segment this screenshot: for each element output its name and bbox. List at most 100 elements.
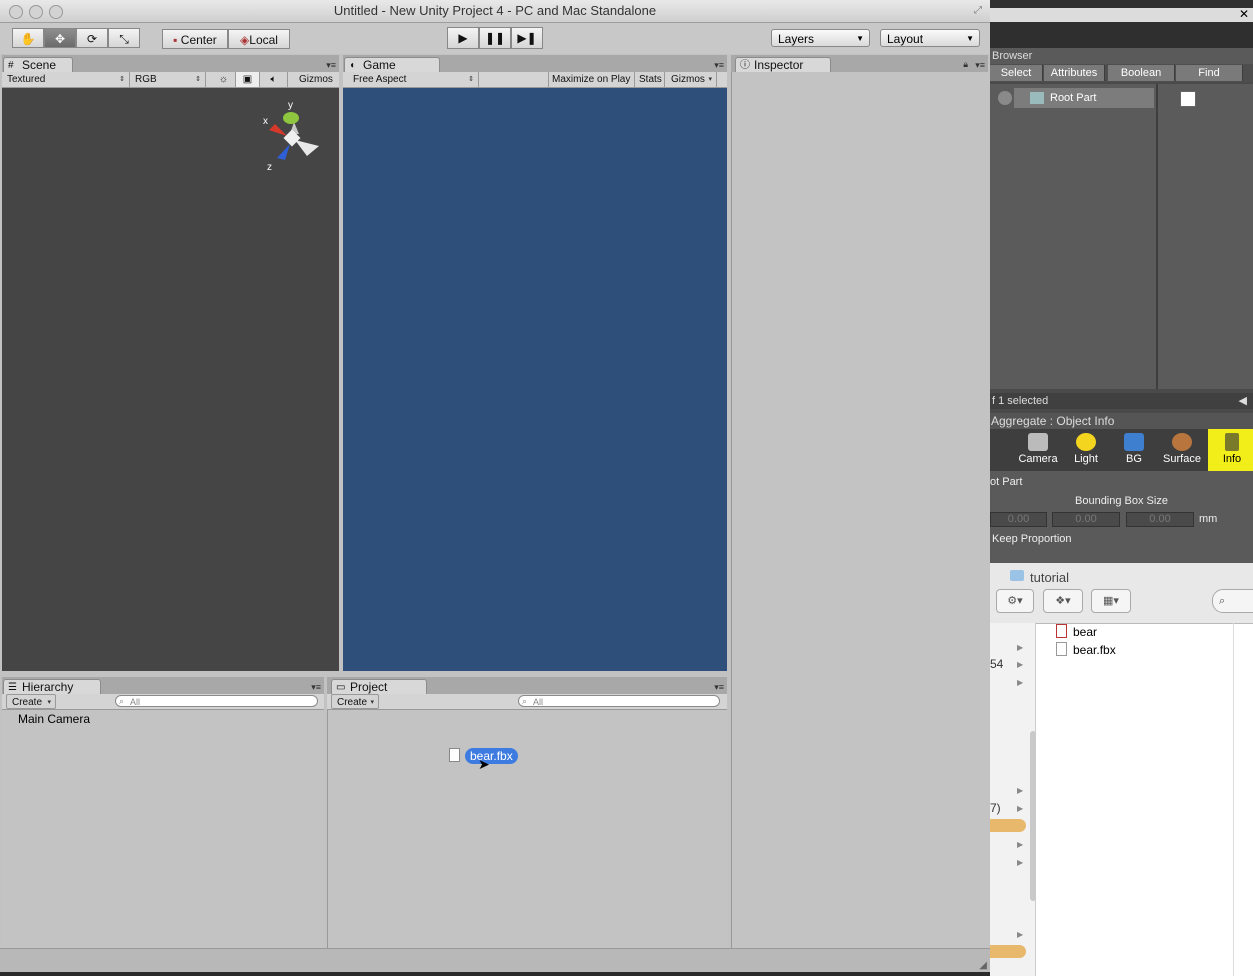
scale-tool-icon[interactable]: ⤡ — [108, 28, 140, 48]
column-divider — [1233, 623, 1234, 976]
hierarchy-search-input[interactable]: ⌕ All — [115, 695, 318, 707]
gizmo-y-cone[interactable] — [283, 112, 299, 124]
camera-icon — [1028, 433, 1048, 451]
gizmo-neg-x-cone[interactable] — [295, 140, 319, 156]
hand-tool-icon[interactable]: ✋ — [12, 28, 44, 48]
swatch-icon[interactable] — [1180, 91, 1196, 107]
grid-icon: # — [8, 60, 14, 71]
game-gizmos-dropdown[interactable]: Gizmos ▾ — [665, 72, 717, 87]
browser-divider[interactable] — [1156, 84, 1158, 389]
panel-menu-icon[interactable]: ▾≡ — [714, 60, 724, 71]
stats-toggle[interactable]: Stats — [635, 72, 665, 87]
project-create-button[interactable]: Create ▾ — [331, 694, 379, 709]
render-mode-dropdown[interactable]: Textured ⇕ — [2, 72, 130, 87]
disclosure-icon[interactable]: ▶ — [1017, 678, 1023, 687]
search-icon[interactable]: ⌕ — [1212, 589, 1253, 613]
lock-icon[interactable]: 🔒︎ — [963, 59, 968, 70]
close-icon[interactable]: ✕ — [1239, 7, 1249, 21]
collapse-icon[interactable]: ◀ — [1239, 393, 1247, 409]
tab-project[interactable]: ▭ Project — [331, 679, 427, 694]
root-part-text: ot Part — [990, 476, 1023, 488]
tab-attributes[interactable]: Attributes — [1044, 65, 1105, 81]
updown-icon: ⇕ — [468, 76, 474, 83]
hierarchy-item[interactable]: Main Camera — [18, 712, 90, 726]
project-search-input[interactable]: ⌕ All — [518, 695, 720, 707]
move-tool-icon[interactable]: ✥ — [44, 28, 76, 48]
highlighted-item[interactable] — [990, 945, 1026, 958]
scene-controls: Textured ⇕ RGB ⇕ ☼ ▣ 🔈︎ Gizmos — [2, 72, 339, 88]
camera-label: Camera — [1018, 453, 1058, 465]
tab-scene[interactable]: # Scene — [3, 57, 73, 72]
color-mode-dropdown[interactable]: RGB ⇕ — [130, 72, 206, 87]
pivot-local-button[interactable]: ◈Local — [228, 29, 290, 49]
panel-menu-icon[interactable]: ▾≡ — [975, 60, 985, 71]
disclosure-icon[interactable]: ▶ — [1017, 804, 1023, 813]
game-view[interactable] — [343, 88, 727, 671]
layers-dropdown[interactable]: Layers ▼ — [771, 29, 870, 47]
bg-tool[interactable]: BG — [1110, 429, 1158, 471]
info-tool[interactable]: Info — [1208, 429, 1253, 471]
rotate-tool-icon[interactable]: ⟳ — [76, 28, 108, 48]
pause-button[interactable]: ❚❚ — [479, 27, 511, 49]
camera-tool[interactable]: Camera — [1014, 429, 1062, 471]
aspect-dropdown[interactable]: Free Aspect ⇕ — [343, 72, 479, 87]
light-tool[interactable]: Light — [1062, 429, 1110, 471]
disclosure-icon[interactable]: ▶ — [1017, 786, 1023, 795]
tab-game[interactable]: ◖ Game — [344, 57, 440, 72]
tab-boolean[interactable]: Boolean — [1108, 65, 1175, 81]
minimize-icon[interactable] — [29, 5, 43, 19]
scene-gizmo-icon[interactable]: y x z — [257, 100, 337, 180]
gizmo-x-cone[interactable] — [269, 124, 287, 136]
panel-menu-icon[interactable]: ▾≡ — [714, 682, 724, 693]
tab-find[interactable]: Find — [1176, 65, 1243, 81]
file-bear[interactable]: bear — [1056, 624, 1097, 639]
tab-hierarchy[interactable]: ☰ Hierarchy — [3, 679, 101, 694]
close-window-icon[interactable] — [9, 5, 23, 19]
disclosure-icon[interactable]: ▶ — [1017, 643, 1023, 652]
asset-bear-fbx[interactable]: bear.fbx — [465, 748, 518, 764]
bbox-z-field[interactable]: 0.00 — [1126, 512, 1194, 527]
dropbox-icon[interactable]: ❖▾ — [1043, 589, 1083, 613]
disclosure-icon[interactable]: ▶ — [1017, 660, 1023, 669]
step-button[interactable]: ▶❚ — [511, 27, 543, 49]
disclosure-icon[interactable]: ▶ — [1017, 930, 1023, 939]
game-gizmos-label: Gizmos — [671, 74, 705, 85]
layout-dropdown[interactable]: Layout ▼ — [880, 29, 980, 47]
play-button[interactable]: ▶ — [447, 27, 479, 49]
sun-icon[interactable]: ☼ — [212, 72, 236, 87]
surface-tool[interactable]: Surface — [1158, 429, 1206, 471]
layers-label: Layers — [778, 32, 815, 46]
panel-menu-icon[interactable]: ▾≡ — [311, 682, 321, 693]
keep-proportion-label[interactable]: Keep Proportion — [992, 533, 1072, 545]
resize-grip-icon[interactable]: ◢ — [979, 960, 987, 971]
pivot-center-button[interactable]: ▪ Center — [162, 29, 228, 49]
tab-select[interactable]: Select — [990, 65, 1043, 81]
disclosure-icon[interactable]: ▶ — [1017, 858, 1023, 867]
view-options-icon[interactable]: ▦▾ — [1091, 589, 1131, 613]
wrench-icon — [1225, 433, 1239, 451]
tab-inspector[interactable]: ⓘ Inspector — [735, 57, 831, 72]
main-toolbar: ✋ ✥ ⟳ ⤡ ▪ Center ◈Local ▶ ❚❚ ▶❚ Layers ▼ … — [0, 23, 990, 54]
zoom-icon[interactable] — [49, 5, 63, 19]
bbox-x-field[interactable]: 0.00 — [990, 512, 1047, 527]
image-icon[interactable]: ▣ — [236, 72, 260, 87]
project-tabstrip: ▭ Project ▾≡ — [327, 677, 727, 694]
fullscreen-icon[interactable]: ⤢ — [974, 0, 982, 22]
panel-menu-icon[interactable]: ▾≡ — [326, 60, 336, 71]
audio-icon[interactable]: 🔈︎ — [260, 72, 288, 87]
unity-window: Untitled - New Unity Project 4 - PC and … — [0, 0, 990, 972]
gizmo-z-cone[interactable] — [277, 144, 290, 160]
gear-icon[interactable]: ⚙▾ — [996, 589, 1034, 613]
scene-view[interactable]: y x z — [2, 88, 339, 671]
bbox-y-field[interactable]: 0.00 — [1052, 512, 1120, 527]
visibility-icon[interactable] — [998, 91, 1012, 105]
hierarchy-create-button[interactable]: Create ▾ — [6, 694, 56, 709]
root-part-row[interactable]: Root Part — [1014, 88, 1154, 108]
highlighted-item[interactable] — [990, 819, 1026, 832]
scene-gizmos-button[interactable]: Gizmos — [294, 72, 339, 87]
maximize-on-play-toggle[interactable]: Maximize on Play — [548, 72, 635, 87]
file-bear-fbx[interactable]: bear.fbx — [1056, 642, 1116, 657]
disclosure-icon[interactable]: ▶ — [1017, 840, 1023, 849]
pivot-icon: ▪ — [173, 33, 178, 47]
scrollbar[interactable] — [1030, 731, 1036, 901]
